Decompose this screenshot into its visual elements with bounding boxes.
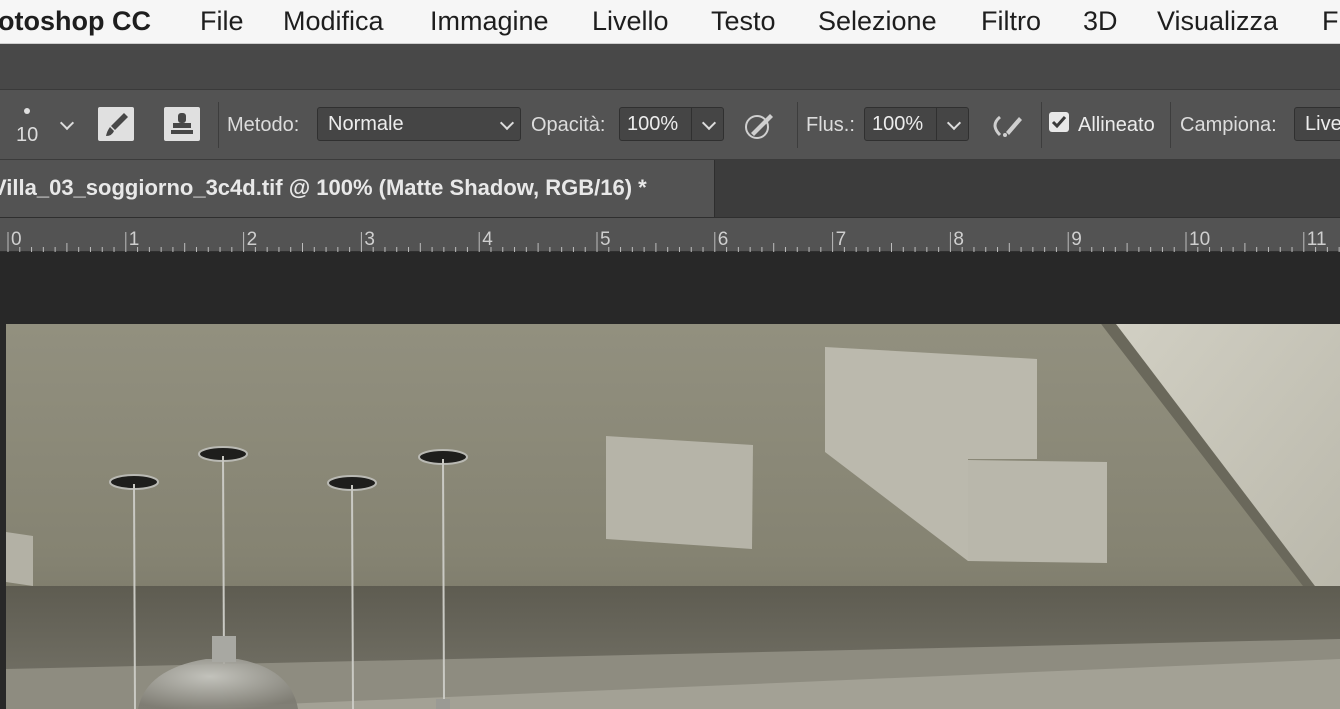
clone-stamp-icon bbox=[171, 113, 193, 134]
document-tab-bar: Villa_03_soggiorno_3c4d.tif @ 100% (Matt… bbox=[0, 160, 1340, 217]
ruler-label: 10 bbox=[1189, 229, 1210, 250]
document-tab-title: Villa_03_soggiorno_3c4d.tif @ 100% (Matt… bbox=[0, 175, 647, 200]
aligned-label: Allineato bbox=[1078, 114, 1155, 136]
brush-panel-icon bbox=[106, 113, 128, 136]
sample-select[interactable]: Live bbox=[1294, 107, 1340, 141]
document-canvas[interactable] bbox=[6, 324, 1340, 709]
menu-testo[interactable]: Testo bbox=[711, 6, 776, 37]
menu-visualizza[interactable]: Visualizza bbox=[1157, 6, 1278, 37]
ruler-label: 9 bbox=[1071, 229, 1082, 250]
flow-value: 100% bbox=[872, 113, 924, 135]
field-divider bbox=[691, 108, 692, 140]
ruler-label: 11 bbox=[1307, 229, 1327, 250]
sample-label: Campiona: bbox=[1180, 114, 1277, 136]
options-bar: 10 Metodo: Normale Opacità: 100% Flus.: … bbox=[0, 90, 1340, 160]
brush-panel-button[interactable] bbox=[98, 107, 134, 141]
opacity-value: 100% bbox=[627, 113, 679, 135]
pressure-opacity-icon bbox=[745, 114, 773, 139]
ruler-scale: 0 1 2 3 4 5 6 7 8 9 10 11 bbox=[7, 229, 1340, 252]
menu-app-name[interactable]: otoshop CC bbox=[0, 6, 151, 37]
horizontal-ruler[interactable]: 0 1 2 3 4 5 6 7 8 9 10 11 bbox=[0, 217, 1340, 252]
chevron-down-icon bbox=[59, 115, 75, 131]
flow-field[interactable]: 100% bbox=[864, 107, 969, 141]
menu-modifica[interactable]: Modifica bbox=[283, 6, 384, 37]
menu-selezione[interactable]: Selezione bbox=[818, 6, 937, 37]
aligned-checkbox[interactable] bbox=[1049, 112, 1069, 132]
chevron-down-icon bbox=[946, 115, 962, 131]
ruler-label: 7 bbox=[836, 229, 847, 250]
ruler-label: 3 bbox=[364, 229, 375, 250]
method-select[interactable]: Normale bbox=[317, 107, 521, 141]
airbrush-icon bbox=[993, 115, 1022, 137]
sample-value: Live bbox=[1305, 113, 1340, 135]
brush-size-value: 10 bbox=[16, 124, 39, 146]
separator bbox=[1170, 102, 1171, 148]
ruler-label: 6 bbox=[718, 229, 729, 250]
ruler-label: 0 bbox=[11, 229, 22, 250]
pressure-opacity-button[interactable] bbox=[742, 108, 778, 142]
menu-livello[interactable]: Livello bbox=[592, 6, 669, 37]
ruler-label: 4 bbox=[482, 229, 493, 250]
document-tab[interactable]: Villa_03_soggiorno_3c4d.tif @ 100% (Matt… bbox=[0, 160, 715, 217]
opacity-label: Opacità: bbox=[531, 114, 606, 136]
brush-preset-picker[interactable]: 10 bbox=[14, 100, 80, 150]
separator bbox=[797, 102, 798, 148]
opacity-field[interactable]: 100% bbox=[619, 107, 724, 141]
application-frame-strip bbox=[0, 44, 1340, 90]
menu-immagine[interactable]: Immagine bbox=[430, 6, 549, 37]
menu-bar: otoshop CC File Modifica Immagine Livell… bbox=[0, 0, 1340, 44]
menu-finestra[interactable]: Fi bbox=[1322, 6, 1340, 37]
ruler-label: 1 bbox=[129, 229, 140, 250]
method-label: Metodo: bbox=[227, 114, 300, 136]
checkbox-checked-icon bbox=[1051, 116, 1067, 129]
menu-filtro[interactable]: Filtro bbox=[981, 6, 1041, 37]
method-value: Normale bbox=[328, 113, 404, 135]
menu-3d[interactable]: 3D bbox=[1083, 6, 1118, 37]
brush-preset-icon bbox=[24, 108, 30, 114]
ruler-label: 5 bbox=[600, 229, 611, 250]
chevron-down-icon bbox=[701, 115, 717, 131]
ruler-label: 8 bbox=[953, 229, 964, 250]
separator bbox=[218, 102, 219, 148]
field-divider bbox=[936, 108, 937, 140]
separator bbox=[1041, 102, 1042, 148]
airbrush-button[interactable] bbox=[986, 108, 1026, 142]
menu-file[interactable]: File bbox=[200, 6, 244, 37]
clone-source-button[interactable] bbox=[164, 107, 200, 141]
render-image bbox=[6, 324, 1340, 709]
ruler-label: 2 bbox=[247, 229, 258, 250]
chevron-down-icon bbox=[499, 115, 515, 131]
flow-label: Flus.: bbox=[806, 114, 855, 136]
